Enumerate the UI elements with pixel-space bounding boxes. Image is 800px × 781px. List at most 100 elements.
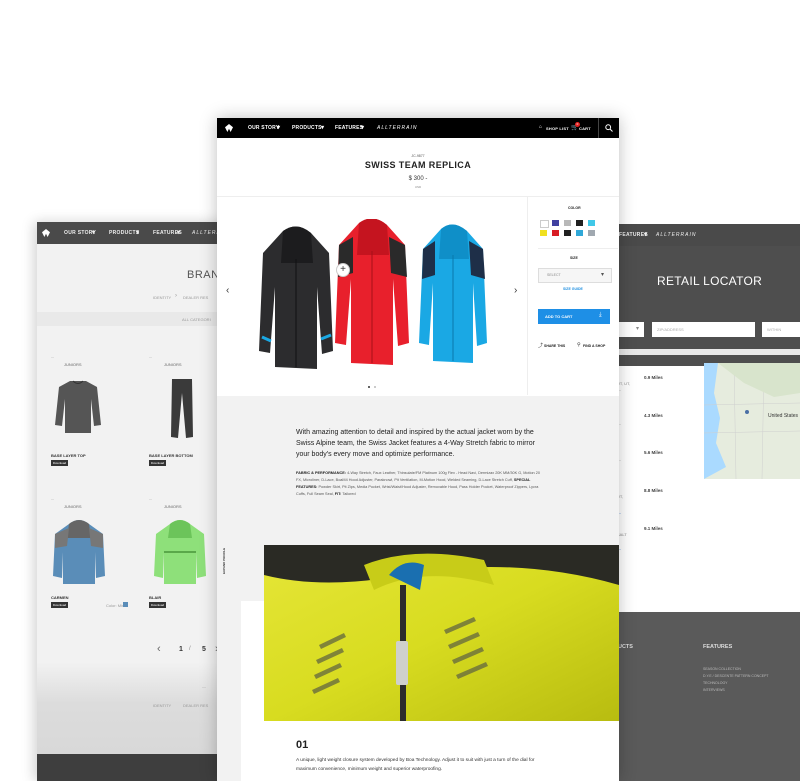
product-name[interactable]: BLAIR	[149, 595, 161, 600]
pagination-total[interactable]: 5	[202, 646, 206, 653]
shop-list-link[interactable]: SHOP LIST	[546, 126, 569, 131]
right-footer: DUCTS — — FEATURES SEASON COLLECTION D.Y…	[610, 612, 800, 781]
descente-logo-icon[interactable]	[225, 124, 233, 132]
allterrain-logo[interactable]: ALLTERRAIN	[377, 125, 417, 131]
zip-input[interactable]: ZIP/ADDRESS	[652, 322, 755, 337]
product-dash: —	[149, 355, 152, 359]
product-specs: FABRIC & PERFORMANCE: 4-Way Stretch, Fau…	[296, 470, 546, 498]
product-brand: JUNIORS	[164, 504, 182, 509]
product-name[interactable]: BASE LAYER TOP	[51, 453, 86, 458]
nav-products[interactable]: PRODUCTS	[109, 230, 139, 236]
blair-jacket-image[interactable]	[152, 518, 208, 588]
chevron-down-icon: ▾	[361, 125, 365, 131]
search-icon[interactable]	[605, 124, 613, 132]
chevron-down-icon: ▾	[644, 232, 648, 238]
product-title: SWISS TEAM REPLICA	[364, 160, 472, 170]
gallery-dot[interactable]	[374, 386, 376, 388]
size-select[interactable]: SELECT ▾	[538, 268, 612, 283]
product-brand: JUNIORS	[164, 362, 182, 367]
color-swatch[interactable]	[576, 230, 583, 236]
download-button[interactable]: Download	[149, 460, 166, 466]
locator-hero: RETAIL LOCATOR ▾ ZIP/ADDRESS WITHIN	[610, 246, 800, 366]
nav-our-story[interactable]: OUR STORY	[248, 125, 279, 131]
product-header: JC-9877 SWISS TEAM REPLICA $ 300 - USD	[217, 138, 619, 197]
color-swatch[interactable]	[552, 230, 559, 236]
gallery-next-arrow[interactable]: ›	[514, 285, 517, 296]
add-to-cart-button[interactable]: ADD TO CART ⤓	[538, 309, 610, 324]
product-dash: —	[51, 355, 54, 359]
pagination-prev[interactable]: ‹	[157, 643, 161, 655]
descente-logo-icon[interactable]	[42, 229, 50, 237]
product-brand: JUNIORS	[64, 504, 82, 509]
store-distance: 9.1 Miles	[644, 526, 663, 531]
color-swatch[interactable]	[564, 220, 571, 226]
subnav-dealer[interactable]: DEALER RES	[183, 295, 208, 300]
color-swatch[interactable]	[540, 230, 547, 236]
carmen-jacket-image[interactable]	[51, 518, 107, 588]
share-link[interactable]: SHARE THIS	[544, 344, 565, 348]
chevron-down-icon: ▾	[636, 326, 640, 332]
download-button[interactable]: Download	[51, 602, 68, 608]
main-nav-bar: OUR STORY ▾ PRODUCTS ▾ FEATURES ▾ ALLTER…	[217, 118, 619, 138]
store-distance: 8.8 Miles	[644, 488, 663, 493]
color-swatch[interactable]	[588, 230, 595, 236]
color-swatch[interactable]	[552, 220, 559, 226]
gallery-prev-arrow[interactable]: ‹	[226, 285, 229, 296]
cart-link[interactable]: CART	[579, 126, 591, 131]
store-distance: 4.3 Miles	[644, 413, 663, 418]
product-dash: —	[51, 497, 54, 501]
product-name[interactable]: CARMEN	[51, 595, 69, 600]
radius-select[interactable]: WITHIN	[762, 322, 800, 337]
product-brand: JUNIORS	[64, 362, 82, 367]
footer-identity[interactable]: IDENTITY	[153, 703, 171, 708]
cart-icon: ⤓	[599, 312, 602, 318]
footer-link[interactable]: SEASON COLLECTION	[703, 667, 741, 671]
zip-placeholder: ZIP/ADDRESS	[657, 327, 684, 332]
chevron-right-icon: ›	[175, 293, 177, 299]
base-layer-top-image[interactable]	[53, 377, 103, 437]
pagination-current[interactable]: 1	[179, 646, 183, 653]
fit-text: Tailored	[342, 492, 356, 496]
nav-products[interactable]: PRODUCTS	[292, 125, 322, 131]
product-gallery: ‹ › +	[217, 197, 527, 395]
color-swatch[interactable]	[588, 220, 595, 226]
base-layer-bottom-image[interactable]	[162, 377, 202, 442]
size-guide-link[interactable]: SIZE GUIDE	[563, 287, 583, 291]
allterrain-logo[interactable]: ALLTERRAIN	[656, 232, 696, 238]
find-shop-link[interactable]: FIND A SHOP	[583, 344, 605, 348]
color-swatch[interactable]	[540, 220, 549, 228]
divider	[538, 248, 618, 249]
footer-link[interactable]: D.Y.E / DESCENTE PATTERN CONCEPT	[703, 674, 769, 678]
footer-link[interactable]: —	[202, 684, 206, 689]
download-button[interactable]: Download	[51, 460, 68, 466]
color-swatch[interactable]	[576, 220, 583, 226]
store-map[interactable]: United States	[704, 363, 800, 479]
product-description: With amazing attention to detail and ins…	[296, 429, 535, 458]
zipper-detail-image[interactable]	[264, 545, 619, 721]
nav-features[interactable]: FEATURES	[335, 125, 363, 131]
gallery-dot-active[interactable]	[368, 386, 370, 388]
category-filter[interactable]: ALL CATEGORI	[182, 317, 211, 322]
footer-link[interactable]: TECHNOLOGY	[703, 681, 728, 685]
color-swatch[interactable]	[564, 230, 571, 236]
location-pin-icon: ⚲	[577, 342, 581, 348]
footer-dealer[interactable]: DEALER RES	[183, 703, 208, 708]
product-detail-page: OUR STORY ▾ PRODUCTS ▾ FEATURES ▾ ALLTER…	[217, 118, 619, 781]
footer-link[interactable]: INTERVIEWS	[703, 688, 725, 692]
retail-locator-page: FEATURES ▾ ALLTERRAIN RETAIL LOCATOR ▾ Z…	[610, 224, 800, 781]
subnav-identity[interactable]: IDENTITY	[153, 295, 171, 300]
download-button[interactable]: Download	[149, 602, 166, 608]
jacket-trio-image[interactable]	[259, 219, 499, 374]
zoom-plus-icon[interactable]: +	[336, 263, 350, 277]
left-footer: — IDENTITY DEALER RES	[37, 662, 237, 781]
product-price: $ 300 -	[408, 176, 428, 182]
side-expand-label[interactable]: EXPAND PROFILE	[222, 548, 226, 574]
color-swatch[interactable]	[123, 602, 128, 607]
nav-divider	[598, 118, 599, 138]
product-name[interactable]: BASE LAYER BOTTOM	[149, 453, 193, 458]
product-code: JC-9877	[411, 154, 425, 158]
map-country-label: United States	[768, 413, 799, 419]
page-title: RETAIL LOCATOR	[657, 274, 763, 288]
share-icon: ⤴	[538, 343, 544, 349]
feature-text: A unique, light weight closure system de…	[296, 758, 535, 772]
